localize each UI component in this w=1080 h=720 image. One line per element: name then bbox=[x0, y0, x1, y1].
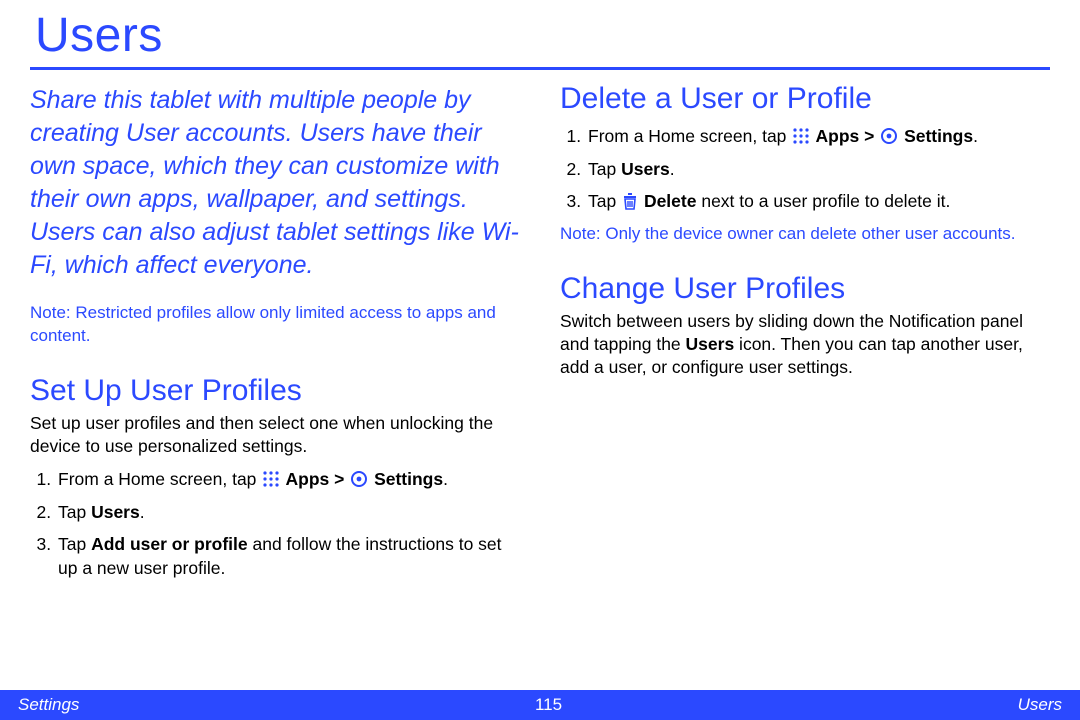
delete-note: Note: Only the device owner can delete o… bbox=[560, 223, 1050, 246]
change-text: Switch between users by sliding down the… bbox=[560, 310, 1050, 379]
change-heading: Change User Profiles bbox=[560, 272, 1050, 306]
setup-intro: Set up user profiles and then select one… bbox=[30, 412, 520, 458]
settings-icon bbox=[880, 127, 898, 145]
right-column: Delete a User or Profile From a Home scr… bbox=[560, 82, 1050, 590]
note-label: Note bbox=[30, 303, 66, 322]
setup-steps: From a Home screen, tap Apps > Settings.… bbox=[30, 468, 520, 581]
title-rule bbox=[30, 67, 1050, 70]
delete-heading: Delete a User or Profile bbox=[560, 82, 1050, 116]
page-title: Users bbox=[30, 0, 1050, 67]
note-label: Note bbox=[560, 224, 596, 243]
delete-steps: From a Home screen, tap Apps > Settings.… bbox=[560, 125, 1050, 214]
apps-icon bbox=[792, 127, 810, 145]
note-text: : Only the device owner can delete other… bbox=[596, 224, 1016, 243]
delete-step-1: From a Home screen, tap Apps > Settings. bbox=[586, 125, 1050, 149]
setup-step-1: From a Home screen, tap Apps > Settings. bbox=[56, 468, 520, 492]
page: Users Share this tablet with multiple pe… bbox=[0, 0, 1080, 720]
footer-left: Settings bbox=[18, 695, 79, 715]
settings-icon bbox=[350, 470, 368, 488]
restricted-note: Note: Restricted profiles allow only lim… bbox=[30, 302, 520, 348]
note-text: : Restricted profiles allow only limited… bbox=[30, 303, 496, 345]
delete-step-3: Tap Delete next to a user profile to del… bbox=[586, 190, 1050, 214]
setup-step-2: Tap Users. bbox=[56, 501, 520, 525]
content-columns: Share this tablet with multiple people b… bbox=[30, 82, 1050, 590]
apps-icon bbox=[262, 470, 280, 488]
setup-step-3: Tap Add user or profile and follow the i… bbox=[56, 533, 520, 580]
trash-icon bbox=[622, 192, 638, 210]
delete-step-2: Tap Users. bbox=[586, 158, 1050, 182]
left-column: Share this tablet with multiple people b… bbox=[30, 82, 520, 590]
setup-heading: Set Up User Profiles bbox=[30, 374, 520, 408]
intro-text: Share this tablet with multiple people b… bbox=[30, 84, 520, 282]
footer-right: Users bbox=[1018, 695, 1062, 715]
footer-page-number: 115 bbox=[79, 695, 1017, 715]
page-footer: Settings 115 Users bbox=[0, 690, 1080, 720]
